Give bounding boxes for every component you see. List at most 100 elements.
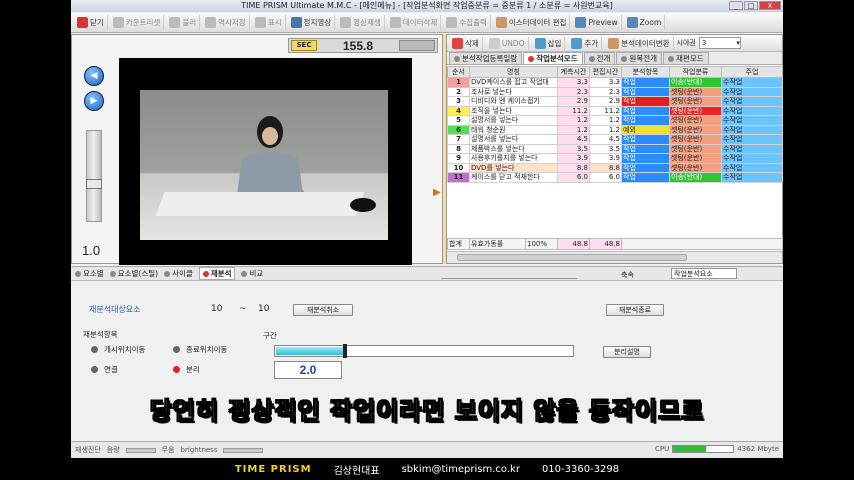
scrollbar-thumb[interactable]	[457, 254, 687, 261]
tab-radio-icon	[109, 270, 116, 277]
row-analysis-item: 작업	[621, 105, 670, 116]
speed-slider[interactable]	[86, 130, 102, 222]
lower-tab-label: 사이클	[172, 269, 193, 278]
toolbar-button-save[interactable]: 역사저장	[202, 15, 250, 30]
speed-slider-knob[interactable]	[86, 179, 102, 189]
toolbar-button-print[interactable]: 수집출력	[443, 15, 491, 30]
toolbar-button-delete-data[interactable]: 데이터삭제	[387, 15, 442, 30]
mute-toggle[interactable]: 무음	[162, 445, 175, 455]
mode-combo[interactable]: 작업분석요소	[671, 268, 737, 279]
tab-2[interactable]: 전개	[583, 52, 616, 64]
sight-combo[interactable]: 3 ▾	[698, 37, 741, 49]
table-row[interactable]: 2 조사로 넣는다 2.3 2.3 작업 셋팅(운반) 수작업	[447, 86, 783, 97]
radio-dot	[91, 346, 98, 353]
video-frame[interactable]	[119, 58, 412, 265]
row-analysis-item: 작업	[621, 172, 670, 183]
play-button[interactable]: ▶	[84, 91, 104, 111]
split-explain-button[interactable]: 분리설명	[603, 346, 651, 358]
lower-tab-3[interactable]: 재분석	[198, 267, 236, 280]
lower-tab-0[interactable]: 요소별	[75, 268, 104, 279]
brightness-slider[interactable]	[223, 447, 264, 453]
lower-tab-label: 요소별(스틸)	[117, 269, 159, 278]
maximize-button[interactable]: □	[744, 1, 758, 10]
add-button[interactable]: 추가	[568, 36, 603, 50]
split-position-handle[interactable]	[342, 344, 347, 358]
zoom-label: 축속	[621, 271, 634, 279]
video-pane: SEC 155.8 ◀ ▶ 1.0	[71, 34, 443, 265]
toolbar-button-play-video[interactable]: 영상재생	[337, 15, 385, 30]
tab-1[interactable]: 작업분석모드	[523, 52, 583, 64]
table-row[interactable]: 11 케이스를 닫고 적재한다 6.0 6.0 작업 이송(반대) 수작업	[447, 172, 783, 183]
lower-tab-2[interactable]: 사이클	[164, 268, 193, 279]
timeline-slider[interactable]	[441, 268, 577, 279]
undo-button[interactable]: UNDO	[486, 36, 529, 50]
radio-split[interactable]: 분리	[173, 364, 200, 375]
radio-start-move[interactable]: 개시위치이동	[91, 344, 145, 355]
status-bar: 재생진단 음량 무음 brightness CPU 4362 Mbyte	[71, 441, 783, 458]
split-position-bar[interactable]	[274, 344, 574, 358]
row-edited-time: 2.9	[589, 96, 622, 107]
horizontal-scrollbar[interactable]	[447, 251, 782, 263]
delete-label: 삭제	[465, 38, 479, 48]
table-row[interactable]: 4 조직을 넣는다 11.2 11.2 작업 셋팅(운반) 수작업	[447, 105, 783, 116]
tab-0[interactable]: 분석작업등록일람	[449, 52, 523, 64]
toolbar-button-zoom[interactable]: Zoom	[624, 15, 666, 30]
timer-label: SEC	[291, 40, 317, 51]
row-name: DVD를 넣는다	[469, 162, 558, 173]
row-number: 3	[447, 96, 470, 107]
table-row[interactable]: 6 태워 청순원 1.2 1.2 예외 셋팅(운반) 수작업	[447, 124, 783, 135]
toolbar-button-label: Zoom	[639, 18, 662, 27]
toolbar-button-still-image[interactable]: 정지영상	[288, 15, 336, 30]
efficiency-value: 100%	[525, 238, 558, 250]
table-row[interactable]: 3 디비디와 엔 케이스접기 2.9 2.9 작업 셋팅(운반) 수작업	[447, 96, 783, 107]
cpu-label: CPU	[655, 445, 670, 453]
table-row[interactable]: 10 DVD를 넣는다 8.8 8.8 작업 셋팅(운반) 수작업	[447, 162, 783, 173]
radio-end-move[interactable]: 종료위치이동	[173, 344, 227, 355]
add-label: 추가	[584, 38, 599, 48]
insert-label: 삽입	[547, 38, 562, 48]
summary-measured: 48.8	[557, 238, 590, 250]
toolbar-button-reset[interactable]: 카운트리셋	[110, 15, 165, 30]
prev-frame-button[interactable]: ◀	[84, 66, 104, 86]
cancel-reanalysis-button[interactable]: 재분석취소	[293, 304, 353, 316]
lower-tab-1[interactable]: 요소별(스틸)	[109, 268, 159, 279]
toolbar-button-preview[interactable]: Preview	[572, 15, 622, 30]
table-row[interactable]: 7 설명서를 넣는다 4.5 4.5 작업 셋팅(운반) 수작업	[447, 134, 783, 145]
tab-radio-icon	[75, 270, 81, 277]
analysis-data-button[interactable]: 분석데이터변환	[605, 36, 674, 50]
summary-label: 합계	[447, 238, 470, 250]
print-icon	[446, 17, 458, 28]
toolbar-button-load[interactable]: 불러	[166, 15, 201, 30]
close-window-button[interactable]: X	[759, 1, 781, 10]
load-icon	[169, 17, 181, 28]
table-row[interactable]: 5 설명서를 넣는다 1.2 1.2 작업 셋팅(운반) 수작업	[447, 115, 783, 126]
tab-radio-icon	[164, 270, 171, 277]
finish-reanalysis-button[interactable]: 재분석종료	[606, 304, 664, 316]
delete-icon	[452, 37, 463, 49]
insert-button[interactable]: 삽입	[532, 36, 566, 50]
toolbar-button-display[interactable]: 표시	[252, 15, 286, 30]
minimize-button[interactable]: _	[729, 1, 743, 10]
delete-button[interactable]: 삭제	[449, 36, 483, 50]
row-analysis-item: 작업	[621, 153, 670, 164]
radio-join[interactable]: 연결	[91, 364, 118, 375]
table-row[interactable]: 1 DVD케이스를 잡고 작업대 3.3 3.3 작업 이송(반대) 수작업	[447, 77, 783, 88]
lower-tab-4[interactable]: 비교	[241, 268, 263, 279]
cpu-bar	[672, 445, 735, 453]
toolbar-button-label: 역사저장	[218, 18, 246, 27]
play-video-icon	[340, 17, 352, 28]
split-value: 2.0	[274, 361, 342, 379]
row-measured-time: 3.9	[557, 153, 590, 164]
radio-join-label: 연결	[104, 365, 118, 374]
range-separator: ~	[239, 304, 247, 314]
table-row[interactable]: 9 사용후기를지를 넣는다 3.9 3.9 작업 셋팅(운반) 수작업	[447, 153, 783, 164]
volume-slider[interactable]	[125, 447, 156, 453]
table-row[interactable]: 8 제품박스를 넣는다 3.5 3.5 작업 셋팅(운반) 수작업	[447, 143, 783, 154]
toolbar-button-close[interactable]: 닫기	[74, 15, 108, 30]
row-measured-time: 1.2	[557, 124, 590, 135]
tab-3[interactable]: 원목전개	[616, 52, 663, 64]
tab-label: 전개	[596, 54, 611, 63]
tab-4[interactable]: 재편모드	[663, 52, 709, 64]
toolbar-button-edit-data[interactable]: 이스터데이터 편집	[493, 15, 571, 30]
row-main-work: 수작업	[721, 143, 783, 154]
